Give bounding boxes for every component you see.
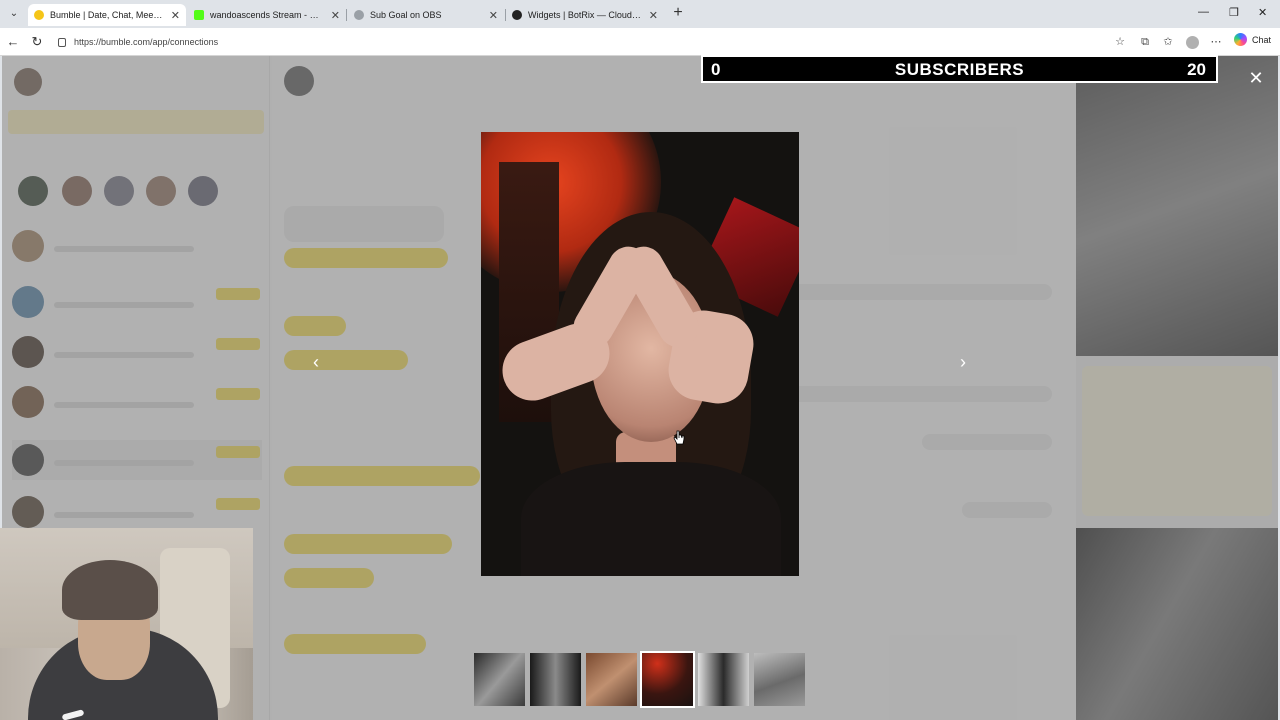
photo-thumbnail[interactable] xyxy=(530,653,581,706)
subgoal-current: 0 xyxy=(711,60,721,79)
tab-botrix-widgets[interactable]: Widgets | BotRix — Cloud Stream ✕ xyxy=(506,4,664,26)
chevron-left-icon: ‹ xyxy=(313,352,319,372)
photo-thumbnail[interactable] xyxy=(754,653,805,706)
close-icon[interactable]: ✕ xyxy=(649,9,658,22)
next-photo-button[interactable]: › xyxy=(953,352,973,372)
favorites-icon[interactable]: ✩ xyxy=(1160,34,1176,50)
subgoal-title: SUBSCRIBERS xyxy=(894,60,1025,79)
tab-divider xyxy=(346,9,347,21)
restore-icon[interactable]: ❐ xyxy=(1229,6,1239,19)
reload-icon[interactable]: ↻ xyxy=(29,34,45,50)
github-favicon-icon xyxy=(512,10,522,20)
back-arrow-icon[interactable]: ← xyxy=(5,34,21,50)
tab-sub-goal[interactable]: Sub Goal on OBS ✕ xyxy=(348,4,504,26)
url-field[interactable]: https://bumble.com/app/connections xyxy=(52,32,1132,52)
close-icon[interactable]: ✕ xyxy=(331,9,340,22)
tab-label: Bumble | Date, Chat, Meet New Pe xyxy=(50,10,165,20)
previous-photo-button[interactable]: ‹ xyxy=(306,352,326,372)
more-icon[interactable]: ⋯ xyxy=(1208,34,1224,50)
bumble-favicon-icon xyxy=(34,10,44,20)
chevron-down-icon[interactable]: ⌄ xyxy=(6,6,22,22)
close-icon: ✕ xyxy=(1248,68,1264,88)
kick-favicon-icon xyxy=(194,10,204,20)
enlarged-photo[interactable] xyxy=(481,132,799,576)
copilot-icon xyxy=(1234,33,1247,46)
copilot-chat-button[interactable]: Chat xyxy=(1234,33,1271,46)
profile-icon[interactable] xyxy=(1184,34,1200,50)
photo-thumbnail[interactable] xyxy=(474,653,525,706)
tab-label: Widgets | BotRix — Cloud Stream xyxy=(528,10,643,20)
tab-kick-stream[interactable]: wandoascends Stream - Watch Liv ✕ xyxy=(188,4,346,26)
subscriber-goal-widget: SUBSCRIBERS 0 20 xyxy=(701,55,1218,83)
photo-thumbnail[interactable] xyxy=(586,653,637,706)
photo-thumbnail-active[interactable] xyxy=(640,651,695,708)
webcam-feed xyxy=(0,528,253,720)
tab-label: wandoascends Stream - Watch Liv xyxy=(210,10,325,20)
lock-icon xyxy=(58,37,66,47)
plus-icon[interactable]: + xyxy=(670,5,686,21)
star-icon[interactable]: ☆ xyxy=(1112,34,1128,50)
globe-icon xyxy=(354,10,364,20)
tab-label: Sub Goal on OBS xyxy=(370,10,442,20)
address-bar: ← ↻ https://bumble.com/app/connections ☆… xyxy=(0,28,1280,56)
tab-bar: ⌄ Bumble | Date, Chat, Meet New Pe ✕ wan… xyxy=(0,0,1280,28)
subgoal-target: 20 xyxy=(1187,60,1206,79)
chevron-right-icon: › xyxy=(960,352,966,372)
puzzle-icon[interactable]: ⧉ xyxy=(1137,34,1153,50)
chat-label: Chat xyxy=(1252,34,1272,45)
close-icon[interactable]: ✕ xyxy=(171,9,180,22)
photo-body xyxy=(521,462,781,576)
photo-thumbnail[interactable] xyxy=(698,653,749,706)
webcam-cap xyxy=(62,560,158,620)
url-text: https://bumble.com/app/connections xyxy=(74,37,219,47)
tab-bumble[interactable]: Bumble | Date, Chat, Meet New Pe ✕ xyxy=(28,4,186,26)
close-icon[interactable]: ✕ xyxy=(489,9,498,22)
close-viewer-button[interactable]: ✕ xyxy=(1246,68,1266,88)
window-close-icon[interactable]: ✕ xyxy=(1258,6,1267,19)
hand-cursor-icon xyxy=(673,430,685,445)
minimize-icon[interactable]: — xyxy=(1198,6,1209,18)
